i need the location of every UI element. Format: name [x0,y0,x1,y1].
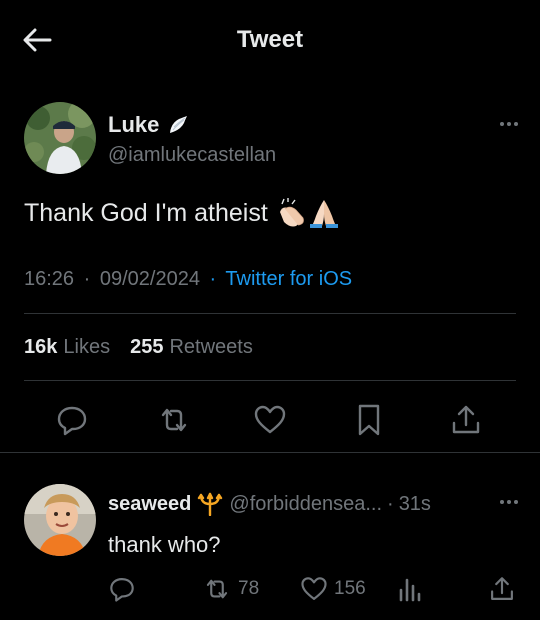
bookmark-icon [358,404,380,436]
tweet-time: 16:26 [24,268,75,290]
retweet-icon [161,408,187,432]
emoji-group [276,198,340,228]
reply-like-button[interactable]: 156 [300,574,366,604]
reply-avatar[interactable] [24,484,96,556]
likes-label: Likes [63,336,111,358]
reply-button[interactable] [52,400,92,440]
reply-views-button[interactable] [398,574,422,604]
reply-icon [110,578,134,602]
reply-author-name[interactable]: seaweed [108,493,191,516]
tweet-actions [0,400,540,440]
clapping-hands-emoji-icon [279,198,304,227]
tweet-text-content: Thank God I'm atheist [24,198,268,227]
reply-retweet-count: 78 [238,578,260,599]
retweets-count: 255 [130,336,164,358]
author-name[interactable]: Luke [108,112,189,138]
reply-share-button[interactable] [488,574,516,604]
source-separator: · [209,268,217,290]
likes-count: 16k [24,336,58,358]
heart-icon [301,577,327,600]
views-chart-icon [399,578,421,602]
tweet-text: Thank God I'm atheist [24,198,340,228]
reply-author-handle[interactable]: @forbiddensea... [229,493,382,516]
reply-time: 31s [398,492,431,515]
page-title: Tweet [236,26,304,53]
reply-retweet-button[interactable]: 78 [202,574,259,604]
share-button[interactable] [446,400,486,440]
author-avatar[interactable] [24,102,96,174]
divider [24,380,516,381]
avatar-photo [24,484,96,556]
meta-separator: · [83,268,91,290]
tweet-date: 09/02/2024 [99,268,200,290]
reply-header: seaweed @forbiddensea... · 31s [108,492,431,517]
retweet-icon [206,579,228,599]
angel-wing-emoji-icon [167,114,189,136]
divider [24,313,516,314]
likes-stat[interactable]: 16k Likes [24,336,110,359]
reply-icon [57,406,87,436]
avatar-photo [24,102,96,174]
reply-text: thank who? [108,532,221,557]
like-button[interactable] [250,400,290,440]
reply-separator: · [387,492,394,515]
divider [0,452,540,453]
folded-hands-emoji-icon [309,200,338,228]
share-icon [491,577,513,600]
heart-icon [254,405,286,434]
author-name-text: Luke [108,112,160,137]
tweet-stats: 16k Likes 255 Retweets [24,336,253,359]
reply-like-count: 156 [334,578,366,599]
trident-emoji-icon [197,492,223,517]
retweets-stat[interactable]: 255 Retweets [130,336,253,359]
reply-actions: 78 156 [0,574,540,604]
more-dots-icon [500,500,518,504]
more-dots-icon [500,122,518,126]
more-options-button[interactable] [494,114,524,134]
tweet-source-link[interactable]: Twitter for iOS [225,268,352,290]
retweet-button[interactable] [154,400,194,440]
reply-reply-button[interactable] [108,574,136,604]
top-bar: Tweet [0,0,540,80]
author-handle[interactable]: @iamlukecastellan [108,144,276,167]
bookmark-button[interactable] [349,400,389,440]
retweets-label: Retweets [169,336,253,358]
share-icon [452,405,480,434]
reply-more-options-button[interactable] [494,492,524,512]
tweet-meta: 16:26 · 09/02/2024 · Twitter for iOS [24,268,352,291]
